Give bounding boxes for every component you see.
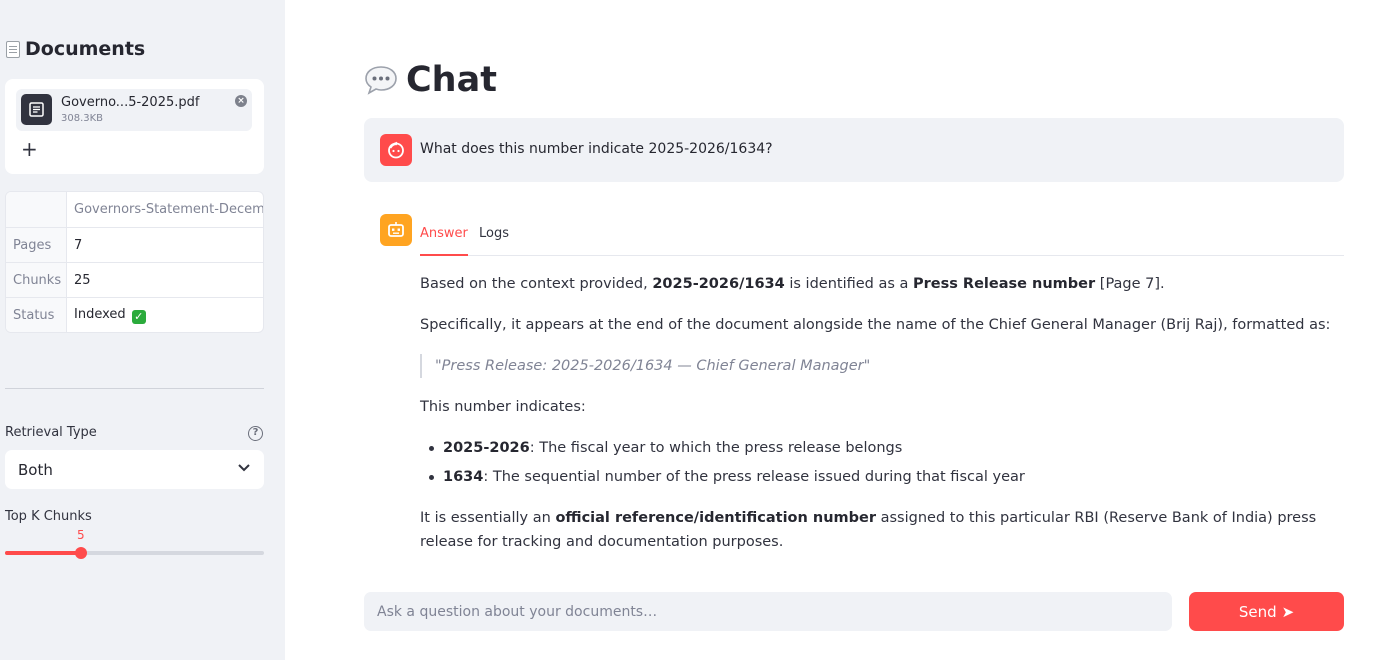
sidebar-divider — [5, 388, 264, 389]
table-corner-cell — [6, 192, 67, 227]
document-info-table: Governors-Statement-December Pages 7 Chu… — [5, 191, 264, 333]
table-header-row: Governors-Statement-December — [6, 192, 263, 227]
retrieval-type-select[interactable]: Both — [5, 450, 264, 489]
text: : The sequential number of the press rel… — [483, 469, 1025, 485]
slider-thumb[interactable] — [75, 547, 88, 559]
status-cell: Indexed ✓ — [67, 297, 263, 332]
table-row-key: Status — [6, 297, 67, 332]
sidebar: Documents Governo...5-2025.pdf 308.3KB ×… — [0, 0, 285, 660]
file-name: Governo...5-2025.pdf — [61, 95, 200, 110]
top-k-label: Top K Chunks — [5, 509, 92, 524]
status-value: Indexed — [74, 306, 126, 322]
speech-bubble-icon — [364, 65, 398, 95]
user-avatar-icon — [380, 134, 412, 166]
file-uploader[interactable]: Governo...5-2025.pdf 308.3KB × + — [5, 79, 264, 174]
checkmark-icon: ✓ — [131, 309, 146, 324]
text: is identified as a — [784, 276, 914, 292]
page-title-text: Chat — [406, 60, 497, 100]
text: Based on the context provided, — [420, 276, 653, 292]
bold-text: 2025-2026 — [443, 440, 530, 456]
table-row-key: Chunks — [6, 262, 67, 297]
top-k-value: 5 — [77, 528, 85, 542]
bot-avatar-icon — [380, 214, 412, 246]
sidebar-header: Documents — [6, 38, 145, 60]
bold-text: official reference/identification number — [555, 510, 876, 526]
answer-paragraph: It is essentially an official reference/… — [420, 506, 1350, 554]
top-k-slider[interactable] — [5, 547, 264, 559]
file-icon — [21, 94, 52, 125]
user-message: What does this number indicate 2025-2026… — [364, 118, 1344, 182]
answer-paragraph: Specifically, it appears at the end of t… — [420, 317, 1331, 333]
uploaded-file: Governo...5-2025.pdf 308.3KB × — [16, 89, 252, 131]
page-title: Chat — [364, 60, 497, 100]
table-row: Pages 7 — [6, 227, 263, 262]
answer-content: Based on the context provided, 2025-2026… — [420, 272, 1350, 571]
table-row-value: 25 — [67, 262, 263, 297]
table-row-key: Pages — [6, 227, 67, 262]
retrieval-type-value: Both — [18, 461, 53, 479]
page-icon — [6, 40, 20, 58]
tab-answer[interactable]: Answer — [420, 226, 468, 256]
user-message-text: What does this number indicate 2025-2026… — [420, 141, 773, 157]
slider-fill — [5, 551, 82, 555]
file-size: 308.3KB — [61, 113, 104, 124]
table-row: Chunks 25 — [6, 262, 263, 297]
list-item: 1634: The sequential number of the press… — [420, 465, 1350, 489]
answer-paragraph: This number indicates: — [420, 399, 586, 415]
send-label: Send — [1238, 602, 1277, 621]
send-button[interactable]: Send ➤ — [1189, 592, 1344, 631]
send-arrow-icon: ➤ — [1281, 602, 1295, 621]
answer-list: 2025-2026: The fiscal year to which the … — [420, 436, 1350, 489]
text: : The fiscal year to which the press rel… — [529, 440, 903, 456]
text: [Page 7]. — [1095, 276, 1165, 292]
bold-text: 1634 — [443, 469, 484, 485]
text: It is essentially an — [420, 510, 556, 526]
bold-text: 2025-2026/1634 — [652, 276, 785, 292]
table-row-value: 7 — [67, 227, 263, 262]
answer-quote: "Press Release: 2025-2026/1634 — Chief G… — [420, 354, 1350, 378]
help-icon[interactable]: ? — [248, 426, 263, 441]
chevron-down-icon — [238, 464, 250, 472]
response-tabs: Answer Logs — [420, 224, 1344, 256]
chat-input[interactable] — [364, 592, 1172, 631]
table-row: Status Indexed ✓ — [6, 297, 263, 332]
table-column-header: Governors-Statement-December — [74, 202, 263, 217]
sidebar-title: Documents — [25, 38, 146, 60]
plus-icon[interactable]: + — [21, 139, 38, 159]
close-icon[interactable]: × — [235, 95, 247, 107]
bold-text: Press Release number — [913, 276, 1096, 292]
answer-paragraph: Based on the context provided, 2025-2026… — [420, 272, 1350, 296]
tab-logs[interactable]: Logs — [479, 226, 509, 256]
retrieval-type-label: Retrieval Type — [5, 425, 97, 440]
list-item: 2025-2026: The fiscal year to which the … — [420, 436, 1350, 460]
